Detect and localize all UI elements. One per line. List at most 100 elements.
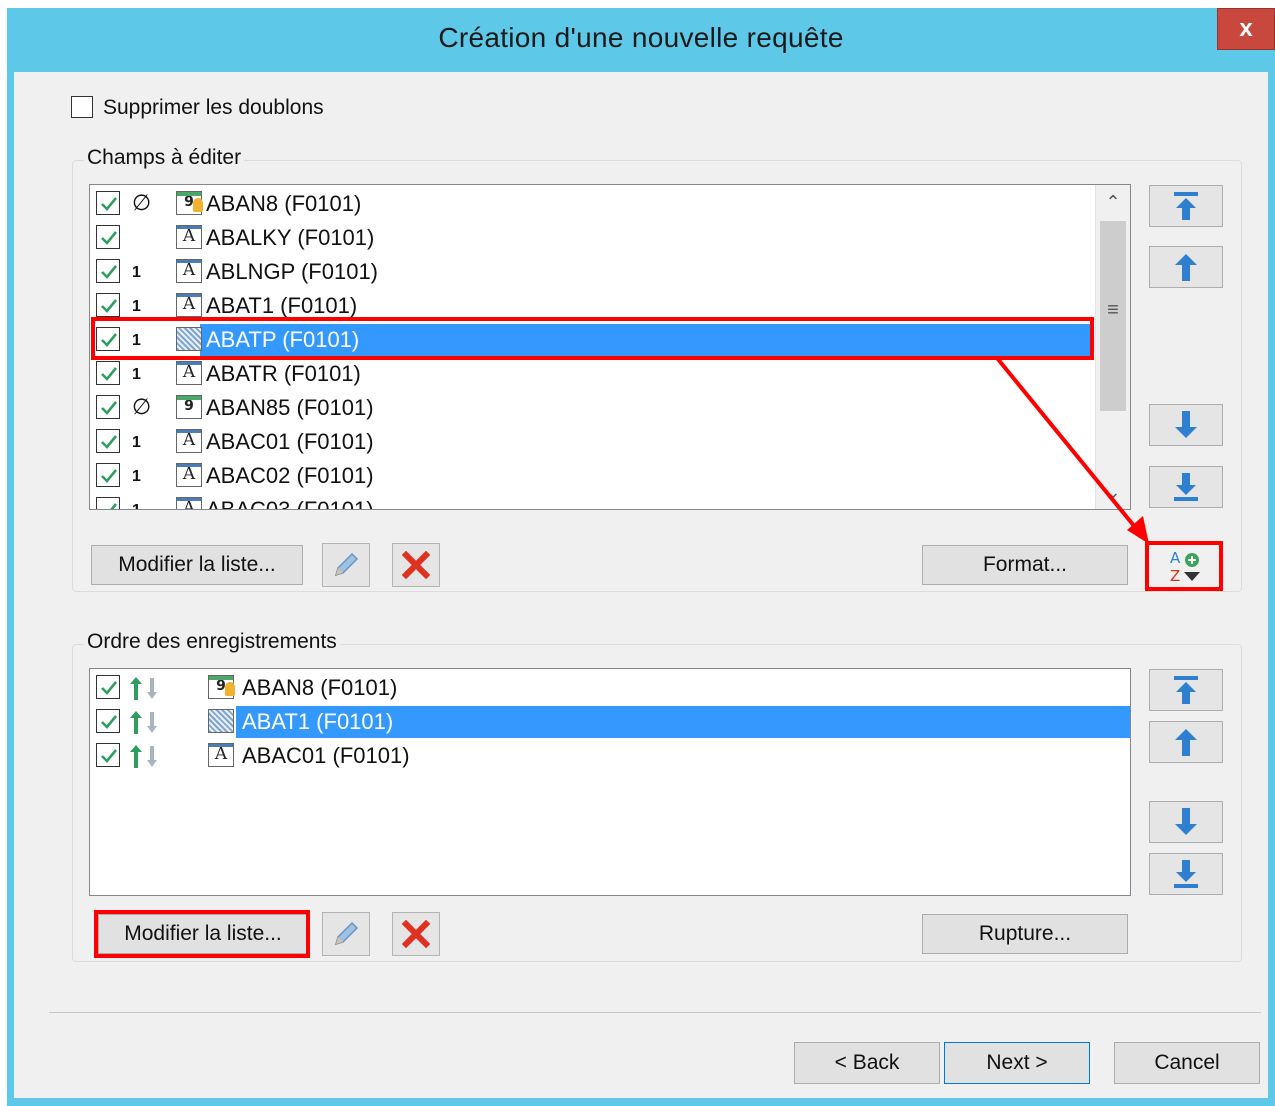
sort-az-add-icon: A Z	[1170, 549, 1200, 585]
dedup-label: Supprimer les doublons	[103, 96, 324, 119]
field-row[interactable]: ∅ 9 ABAN8 (F0101)	[90, 187, 1130, 221]
annotation-arrow	[995, 356, 1149, 544]
pattern-field-icon	[208, 709, 234, 733]
order-move-top-button[interactable]	[1149, 669, 1223, 711]
move-top-button[interactable]	[1149, 185, 1223, 227]
footer-separator	[49, 1012, 1261, 1013]
order-row[interactable]: ABAT1 (F0101)	[90, 705, 1130, 739]
alpha-field-icon: A	[208, 743, 234, 767]
close-button[interactable]: x	[1217, 8, 1275, 50]
order-modify-list-button[interactable]: Modifier la liste...	[98, 914, 308, 954]
field-row[interactable]: 1 A ABLNGP (F0101)	[90, 255, 1130, 289]
title-bar[interactable]: Création d'une nouvelle requête x	[7, 8, 1275, 70]
move-down-icon	[1175, 411, 1197, 438]
move-bottom-icon	[1174, 860, 1198, 888]
move-top-icon	[1174, 676, 1198, 704]
field-checkbox[interactable]	[96, 225, 120, 249]
field-name: ABAC02 (F0101)	[206, 463, 374, 488]
cancel-button[interactable]: Cancel	[1114, 1042, 1260, 1084]
move-up-icon	[1175, 254, 1197, 281]
field-row[interactable]: 1 A ABAC02 (F0101)	[90, 459, 1130, 493]
field-checkbox[interactable]	[96, 191, 120, 215]
grip-icon: ≡	[1107, 299, 1119, 321]
field-name: ABALKY (F0101)	[206, 225, 375, 250]
field-name: ABAC01 (F0101)	[206, 429, 374, 454]
scroll-up-icon[interactable]: ⌃	[1096, 185, 1130, 219]
fields-listbox[interactable]: 1AABAC03 (F0101)1AABAC02 (F0101)1AABAC01…	[89, 184, 1131, 510]
fields-delete-button[interactable]	[392, 543, 440, 587]
alpha-field-icon: A	[176, 293, 202, 317]
sort-direction-icon[interactable]	[126, 674, 166, 702]
order-row[interactable]: 9 ABAN8 (F0101)	[90, 671, 1130, 705]
order-edit-button[interactable]	[322, 912, 370, 956]
order-field-name: ABAN8 (F0101)	[242, 675, 398, 700]
alpha-field-icon: A	[176, 361, 202, 385]
field-name: ABLNGP (F0101)	[206, 259, 379, 284]
field-name: ABATP (F0101)	[206, 327, 360, 352]
pencil-icon	[334, 921, 359, 946]
field-row[interactable]: 1 A ABAC03 (F0101)	[90, 493, 1130, 510]
field-name: ABAC03 (F0101)	[206, 497, 374, 510]
field-row[interactable]: 1 ABATP (F0101)	[90, 323, 1130, 357]
field-name: ABAT1 (F0101)	[206, 293, 358, 318]
sort-direction-icon[interactable]	[126, 708, 166, 736]
alpha-field-icon: A	[176, 497, 202, 509]
dialog-title: Création d'une nouvelle requête	[438, 22, 844, 53]
field-checkbox[interactable]	[96, 259, 120, 283]
move-top-icon	[1174, 192, 1198, 220]
order-checkbox[interactable]	[96, 743, 120, 767]
order-move-up-button[interactable]	[1149, 721, 1223, 763]
field-row[interactable]: ∅ 9 ABAN85 (F0101)	[90, 391, 1130, 425]
alpha-field-icon: A	[176, 225, 202, 249]
alpha-field-icon: A	[176, 259, 202, 283]
alpha-field-icon: A	[176, 463, 202, 487]
field-cardinality-mark: 1	[132, 468, 141, 485]
order-move-bottom-button[interactable]	[1149, 853, 1223, 895]
order-field-name: ABAC01 (F0101)	[242, 743, 410, 768]
numeric-key-field-icon: 9	[208, 675, 235, 699]
field-cardinality-mark: 1	[132, 366, 141, 383]
pencil-icon	[334, 552, 359, 577]
order-delete-button[interactable]	[392, 912, 440, 956]
field-checkbox[interactable]	[96, 395, 120, 419]
field-checkbox[interactable]	[96, 327, 120, 351]
move-down-icon	[1175, 808, 1197, 835]
field-cardinality-mark: 1	[132, 332, 141, 349]
field-checkbox[interactable]	[96, 361, 120, 385]
field-checkbox[interactable]	[96, 497, 120, 509]
field-checkbox[interactable]	[96, 429, 120, 453]
field-row[interactable]: 1 A ABAC01 (F0101)	[90, 425, 1130, 459]
field-row[interactable]: 1 A ABATR (F0101)	[90, 357, 1130, 391]
move-up-button[interactable]	[1149, 246, 1223, 288]
dedup-checkbox[interactable]	[71, 96, 93, 118]
field-cardinality-mark: ∅	[132, 190, 152, 215]
order-row[interactable]: A ABAC01 (F0101)	[90, 739, 1130, 773]
field-cardinality-mark: 1	[132, 264, 141, 281]
field-cardinality-mark: 1	[132, 298, 141, 315]
break-button[interactable]: Rupture...	[922, 914, 1128, 954]
dialog-window: Création d'une nouvelle requête x Suppri…	[7, 8, 1275, 1106]
fields-modify-list-button[interactable]: Modifier la liste...	[91, 545, 303, 585]
dialog-client-area: Supprimer les doublons Champs à éditer 1…	[14, 72, 1268, 1098]
field-row[interactable]: 1 A ABAT1 (F0101)	[90, 289, 1130, 323]
fields-edit-button[interactable]	[322, 543, 370, 587]
field-cardinality-mark: 1	[132, 434, 141, 451]
back-button[interactable]: < Back	[794, 1042, 940, 1084]
order-move-down-button[interactable]	[1149, 801, 1223, 843]
field-row[interactable]: A ABALKY (F0101)	[90, 221, 1130, 255]
field-checkbox[interactable]	[96, 293, 120, 317]
field-name: ABAN85 (F0101)	[206, 395, 374, 420]
field-name: ABAN8 (F0101)	[206, 191, 362, 216]
next-button[interactable]: Next >	[944, 1042, 1090, 1084]
order-field-name: ABAT1 (F0101)	[242, 709, 394, 734]
sort-direction-icon[interactable]	[126, 742, 166, 770]
move-bottom-icon	[1174, 473, 1198, 501]
order-listbox[interactable]: 9 ABAN8 (F0101) ABAT1 (F0101) A ABAC01 (F010…	[89, 668, 1131, 896]
order-checkbox[interactable]	[96, 709, 120, 733]
field-name: ABATR (F0101)	[206, 361, 361, 386]
field-checkbox[interactable]	[96, 463, 120, 487]
delete-icon	[402, 551, 430, 579]
fields-group-title: Champs à éditer	[84, 146, 245, 170]
order-checkbox[interactable]	[96, 675, 120, 699]
field-cardinality-mark: ∅	[132, 394, 152, 419]
